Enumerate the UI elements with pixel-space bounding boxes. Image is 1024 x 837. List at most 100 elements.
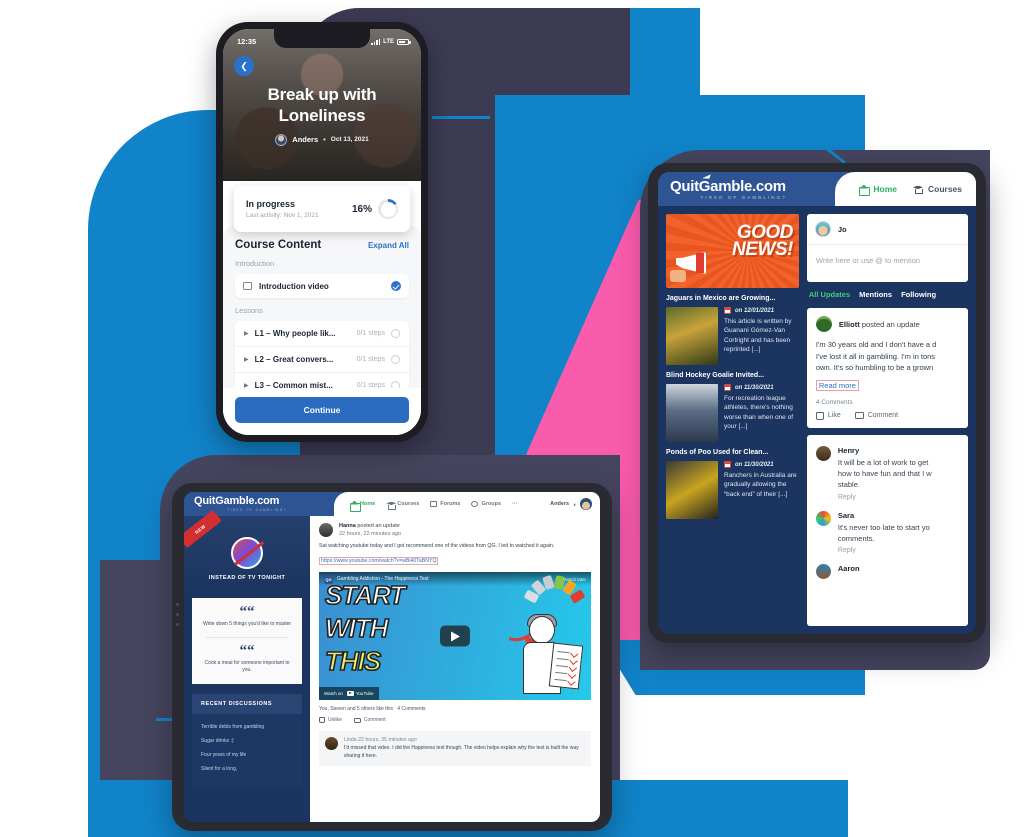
avatar: [580, 498, 592, 510]
phone-device: 12:35 LTE ❮ Break up with Loneliness And…: [216, 22, 428, 442]
comment-author-line: Linda 22 hours, 35 minutes ago: [344, 737, 585, 743]
back-button[interactable]: ❮: [234, 56, 254, 76]
brand-logo[interactable]: QuitGamble.com TIRED OF GAMBLING?: [184, 492, 334, 516]
youtube-embed[interactable]: QG Gambling Addiction - The Happiness Te…: [319, 572, 591, 700]
list-item[interactable]: Blind Hockey Goalie Invited... on 11/30/…: [666, 372, 799, 442]
post-action: posted an update: [357, 523, 400, 529]
tablet-bottom-screen: QuitGamble.com TIRED OF GAMBLING? Home C…: [184, 492, 600, 822]
nav-item-groups[interactable]: Groups: [471, 501, 501, 507]
comment-line3: stable.: [837, 480, 860, 490]
lesson-name: L2 – Great convers...: [254, 355, 334, 364]
brand-logo[interactable]: QuitGamble.com TIRED OF GAMBLING?: [658, 172, 835, 206]
quote-icon: ““: [239, 604, 255, 620]
course-author: Anders: [292, 135, 319, 144]
likes-text: You, Steven and 5 others like this: [319, 706, 394, 712]
no-tv-icon: [231, 537, 263, 569]
tv-promo-card[interactable]: NEW INSTEAD OF TV TONIGHT: [184, 509, 310, 590]
comment-button[interactable]: Comment: [353, 717, 386, 723]
post-action: posted an update: [861, 319, 920, 329]
bg-dash-left: [174, 116, 214, 119]
play-button[interactable]: [440, 625, 470, 647]
post-body-line2: I've lost it all in gambling. I'm in ton…: [815, 351, 936, 361]
list-item[interactable]: ▶ L2 – Great convers... 0/1 steps: [235, 347, 409, 373]
tablet-device-right: QuitGamble.com TIRED OF GAMBLING? Home C…: [648, 163, 986, 643]
post-author-line: Hanna posted an update: [339, 523, 401, 529]
quote-text: Cook a meal for someone important to you…: [204, 660, 290, 673]
chevron-left-icon: ❮: [240, 60, 248, 71]
unlike-button[interactable]: Unlike: [319, 717, 342, 723]
tablet-device-bottom: QuitGamble.com TIRED OF GAMBLING? Home C…: [172, 483, 612, 831]
progress-percent: 16%: [351, 203, 372, 215]
progress-last-activity: Last activity: Nov 1, 2021: [246, 212, 319, 219]
avatar: [325, 737, 338, 750]
news-title: Blind Hockey Goalie Invited...: [666, 372, 765, 379]
good-news-banner[interactable]: GOOD NEWS!: [666, 214, 799, 288]
nav-item-home[interactable]: Home: [350, 501, 375, 512]
sidebar: NEW INSTEAD OF TV TONIGHT ““ Write down …: [184, 509, 310, 822]
continue-button[interactable]: Continue: [235, 397, 409, 423]
list-item: Henry It will be a lot of work to get ho…: [815, 441, 959, 506]
news-date: on 12/01/2021: [735, 307, 775, 314]
list-item[interactable]: Jaguars in Mexico are Growing... on 12/0…: [666, 295, 799, 365]
read-more-link[interactable]: Read more: [815, 379, 859, 391]
list-item[interactable]: Silent for a long,: [201, 762, 293, 776]
list-item[interactable]: Terrible debts from gambling: [201, 720, 293, 734]
news-row: on 12/01/2021 This article is written by…: [666, 307, 799, 365]
list-item[interactable]: Sugar drinks :): [201, 734, 293, 748]
list-item[interactable]: ▶ L1 – Why people lik... 0/1 steps: [235, 321, 409, 347]
nav-item-more[interactable]: ···: [512, 501, 518, 507]
quotes-card: ““ Write down 5 things you'd like to mas…: [192, 598, 302, 684]
nav-item-courses[interactable]: Courses: [386, 501, 419, 510]
user-menu[interactable]: Anders ∨: [550, 498, 592, 510]
intro-video-item[interactable]: Introduction video: [235, 274, 409, 298]
post-author: Elliott: [838, 319, 860, 329]
nav-item-courses[interactable]: Courses: [913, 184, 962, 194]
nav-item-home[interactable]: Home: [859, 184, 897, 196]
post-author: Hanna: [339, 523, 356, 529]
expand-all-link[interactable]: Expand All: [368, 241, 409, 250]
list-item[interactable]: Four years of my life: [201, 748, 293, 762]
news-excerpt: Ranchers in Australia are gradually allo…: [724, 472, 797, 498]
reply-link[interactable]: Reply: [838, 494, 932, 501]
comment-body: Henry It will be a lot of work to get ho…: [838, 446, 932, 501]
avatar: [815, 316, 832, 332]
brand-name-part3: amble.com: [710, 177, 786, 195]
tab-all-updates[interactable]: All Updates: [809, 290, 850, 299]
comment-button[interactable]: Comment: [854, 412, 898, 420]
character-illustration: [513, 614, 584, 700]
tab-following[interactable]: Following: [901, 290, 936, 299]
news-excerpt: This article is written by Guananí Gómez…: [724, 318, 792, 354]
likes-summary: You, Steven and 5 others like this 4 Com…: [319, 706, 591, 712]
post-actions: Unlike Comment: [319, 717, 591, 723]
intro-video-label: Introduction video: [259, 281, 329, 291]
like-button[interactable]: Like: [815, 411, 841, 420]
tab-mentions[interactable]: Mentions: [859, 290, 892, 299]
status-time: 12:35: [237, 37, 257, 46]
post-link[interactable]: https://www.youtube.com/watch?v=wBi40TaB…: [319, 557, 439, 565]
course-content-heading: Course Content: [235, 239, 322, 251]
nav-item-forums[interactable]: Forums: [430, 501, 460, 507]
news-date: on 11/30/2021: [735, 384, 774, 391]
composer-input[interactable]: Write here or use @ to mention: [807, 245, 968, 282]
reply-link[interactable]: Reply: [838, 547, 930, 554]
progress-ring-icon: [378, 199, 398, 219]
youtube-icon: [346, 691, 354, 696]
feed-column: Jo Write here or use @ to mention All Up…: [806, 214, 968, 626]
composer-header: Jo: [806, 214, 968, 245]
comment-line1: It will be a lot of work to get: [837, 457, 929, 467]
news-text: on 11/30/2021 For recreation league athl…: [724, 384, 799, 442]
unlike-label: Unlike: [328, 717, 342, 723]
list-item[interactable]: Ponds of Poo Used for Clean... on 11/30/…: [666, 449, 799, 519]
post-body-line1: I'm 30 years old and I don't have a d: [815, 340, 937, 349]
brand-name: QuitGamble.com: [670, 179, 835, 194]
continue-button-bar: Continue: [223, 388, 421, 435]
news-row: on 11/30/2021 Ranchers in Australia are …: [666, 461, 799, 519]
post-header: Elliott posted an update: [815, 316, 959, 332]
like-label: Like: [827, 412, 841, 420]
course-content-sheet: Course Content Expand All Introduction I…: [223, 225, 421, 435]
tablet-right-screen: QuitGamble.com TIRED OF GAMBLING? Home C…: [658, 172, 976, 634]
tablet-buttons: [176, 603, 179, 626]
news-meta: on 11/30/2021: [724, 461, 799, 468]
completed-check-icon: [391, 281, 401, 291]
recent-discussions-title: RECENT DISCUSSIONS: [192, 694, 302, 714]
